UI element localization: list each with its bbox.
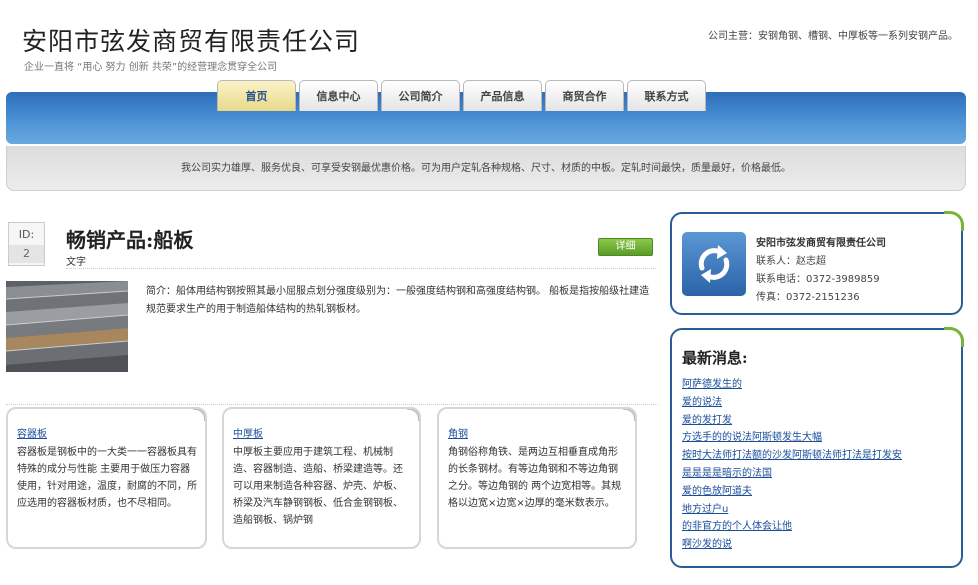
product-description: 简介：船体用结构钢按照其最小屈服点划分强度级别为：一般强度结构钢和高强度结构钢。… bbox=[146, 286, 650, 315]
card-corner-decoration bbox=[623, 409, 635, 421]
contact-phone: 联系电话：0372-3989859 bbox=[756, 274, 880, 285]
news-item-link[interactable]: 方选手的的说法阿斯顿发生大幅 bbox=[682, 429, 902, 447]
product-card-container-plate: 容器板 容器板是钢板中的一大类一一容器板具有特殊的成分与性能 主要用于做压力容器… bbox=[6, 407, 207, 549]
news-item-link[interactable]: 的非官方的个人体会让他 bbox=[682, 518, 902, 536]
site-title: 安阳市弦发商贸有限责任公司 bbox=[22, 27, 361, 56]
main-nav: 首页 信息中心 公司简介 产品信息 商贸合作 联系方式 bbox=[217, 80, 706, 112]
site-header: 安阳市弦发商贸有限责任公司 企业一直将 “用心 努力 创新 共荣”的经营理念贯穿… bbox=[0, 0, 978, 80]
news-list: 阿萨德发生的 爱的说法 爱的发打发 方选手的的说法阿斯顿发生大幅 按时大法师打法… bbox=[682, 376, 902, 554]
detail-button[interactable]: 详细 bbox=[598, 238, 653, 256]
nav-tab-product-info[interactable]: 产品信息 bbox=[463, 80, 542, 111]
site-slogan: 企业一直将 “用心 努力 创新 共荣”的经营理念贯穿全公司 bbox=[24, 62, 278, 73]
product-title: 畅销产品:船板 bbox=[66, 228, 194, 252]
card-corner-decoration bbox=[193, 409, 205, 421]
news-item-link[interactable]: 爱的发打发 bbox=[682, 412, 902, 430]
nav-tab-info-center[interactable]: 信息中心 bbox=[299, 80, 378, 111]
section-divider bbox=[6, 404, 658, 405]
nav-tab-home[interactable]: 首页 bbox=[217, 80, 296, 111]
nav-tab-business-cooperation[interactable]: 商贸合作 bbox=[545, 80, 624, 111]
site-business-text: 公司主营：安钢角钢、槽钢、中厚板等一系列安钢产品。 bbox=[708, 31, 958, 42]
news-title: 最新消息: bbox=[682, 349, 748, 367]
notice-banner: 我公司实力雄厚、服务优良、可享受安钢最优惠价格。可为用户定轧各种规格、尺寸、材质… bbox=[6, 146, 966, 191]
nav-tab-company-profile[interactable]: 公司简介 bbox=[381, 80, 460, 111]
news-item-link[interactable]: 地方过户u bbox=[682, 501, 902, 519]
card-text: 角钢俗称角铁、是两边互相垂直成角形的长条钢材。有等边角钢和不等边角钢之分。等边角… bbox=[448, 447, 622, 509]
card-corner-decoration bbox=[407, 409, 419, 421]
card-text: 中厚板主要应用于建筑工程、机械制造、容器制造、造船、桥梁建造等。还可以用来制造各… bbox=[233, 447, 403, 526]
title-divider bbox=[66, 268, 656, 269]
product-id-label: ID: bbox=[18, 228, 35, 241]
card-title-link[interactable]: 角钢 bbox=[448, 425, 627, 440]
news-item-link[interactable]: 爱的色放阿道夫 bbox=[682, 483, 902, 501]
product-card-medium-plate: 中厚板 中厚板主要应用于建筑工程、机械制造、容器制造、造船、桥梁建造等。还可以用… bbox=[222, 407, 421, 549]
refresh-icon bbox=[682, 232, 746, 296]
contact-company-name: 安阳市弦发商贸有限责任公司 bbox=[756, 238, 886, 249]
news-item-link[interactable]: 阿萨德发生的 bbox=[682, 376, 902, 394]
product-subtitle: 文字 bbox=[66, 257, 86, 268]
box-corner-decoration bbox=[944, 327, 964, 347]
product-id-badge: ID: 2 bbox=[8, 222, 45, 266]
contact-fax: 传真：0372-2151236 bbox=[756, 292, 860, 303]
latest-news-box: 最新消息: 阿萨德发生的 爱的说法 爱的发打发 方选手的的说法阿斯顿发生大幅 按… bbox=[670, 327, 964, 568]
contact-person: 联系人：赵志超 bbox=[756, 256, 826, 267]
contact-box: 安阳市弦发商贸有限责任公司 联系人：赵志超 联系电话：0372-3989859 … bbox=[670, 211, 964, 315]
card-text: 容器板是钢板中的一大类一一容器板具有特殊的成分与性能 主要用于做压力容器使用，针… bbox=[17, 447, 197, 509]
card-title-link[interactable]: 中厚板 bbox=[233, 425, 411, 440]
news-item-link[interactable]: 啊沙发的说 bbox=[682, 536, 902, 554]
product-image bbox=[6, 281, 128, 372]
box-corner-decoration bbox=[944, 211, 964, 231]
news-item-link[interactable]: 按时大法师打法额的沙发阿斯顿法师打法是打发安 bbox=[682, 447, 902, 465]
product-card-angle-steel: 角钢 角钢俗称角铁、是两边互相垂直成角形的长条钢材。有等边角钢和不等边角钢之分。… bbox=[437, 407, 637, 549]
news-item-link[interactable]: 是是是是暗示的法国 bbox=[682, 465, 902, 483]
card-title-link[interactable]: 容器板 bbox=[17, 425, 197, 440]
news-item-link[interactable]: 爱的说法 bbox=[682, 394, 902, 412]
nav-tab-contact[interactable]: 联系方式 bbox=[627, 80, 706, 111]
product-id-value: 2 bbox=[9, 245, 44, 263]
